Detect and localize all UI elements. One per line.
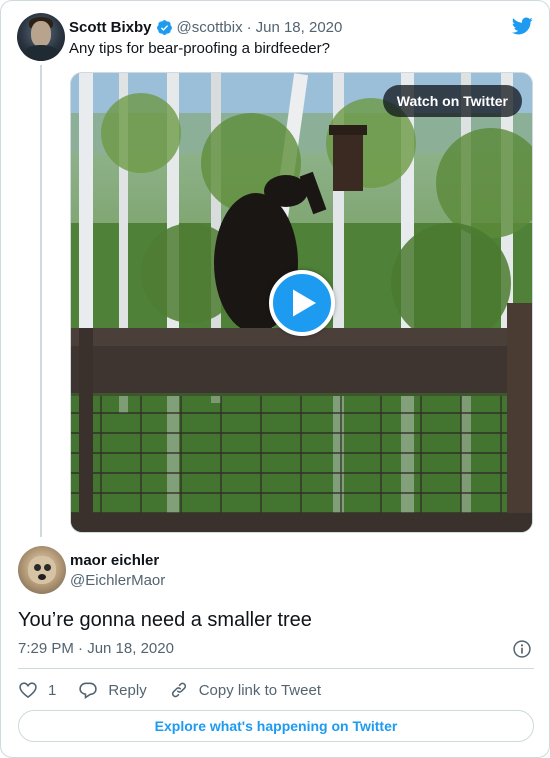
author-name[interactable]: Scott Bixby — [69, 19, 152, 36]
copy-link-button[interactable]: Copy link to Tweet — [169, 680, 321, 700]
parent-tweet-text: Any tips for bear-proofing a birdfeeder? — [69, 40, 330, 57]
like-count: 1 — [48, 681, 57, 699]
play-button[interactable] — [269, 270, 335, 336]
author-handle[interactable]: @EichlerMaor — [70, 572, 165, 589]
tweet-actions: 1 Reply Copy link to Tweet — [18, 679, 343, 701]
copy-link-label: Copy link to Tweet — [198, 681, 321, 699]
tweet-timestamp[interactable]: 7:29 PM · Jun 18, 2020 — [18, 640, 174, 657]
reply-tweet-text: You’re gonna need a smaller tree — [18, 609, 312, 631]
info-icon[interactable] — [512, 639, 532, 659]
separator: · — [246, 18, 252, 36]
tweet-date[interactable]: Jun 18, 2020 — [256, 19, 343, 36]
watch-on-twitter-button[interactable]: Watch on Twitter — [382, 85, 522, 117]
reply-label: Reply — [108, 681, 147, 699]
reply-button[interactable]: Reply — [78, 680, 147, 700]
twitter-bird-icon[interactable] — [510, 15, 534, 37]
avatar[interactable] — [18, 546, 66, 594]
divider — [18, 668, 534, 669]
avatar[interactable] — [17, 13, 65, 61]
thread-connector-line — [40, 65, 42, 537]
reply-bubble-icon — [79, 682, 98, 699]
play-icon — [293, 289, 316, 317]
author-handle[interactable]: @scottbix — [177, 19, 243, 36]
link-icon — [171, 682, 186, 698]
verified-icon — [156, 19, 172, 35]
heart-icon — [19, 682, 37, 699]
embedded-tweet-card: Scott Bixby @scottbix · Jun 18, 2020 Any… — [0, 0, 550, 758]
explore-twitter-button[interactable]: Explore what's happening on Twitter — [18, 710, 534, 742]
like-button[interactable]: 1 — [18, 680, 56, 700]
video-player[interactable]: Watch on Twitter — [70, 72, 533, 533]
parent-tweet-header: Scott Bixby @scottbix · Jun 18, 2020 — [69, 17, 342, 37]
author-name[interactable]: maor eichler — [70, 552, 159, 569]
